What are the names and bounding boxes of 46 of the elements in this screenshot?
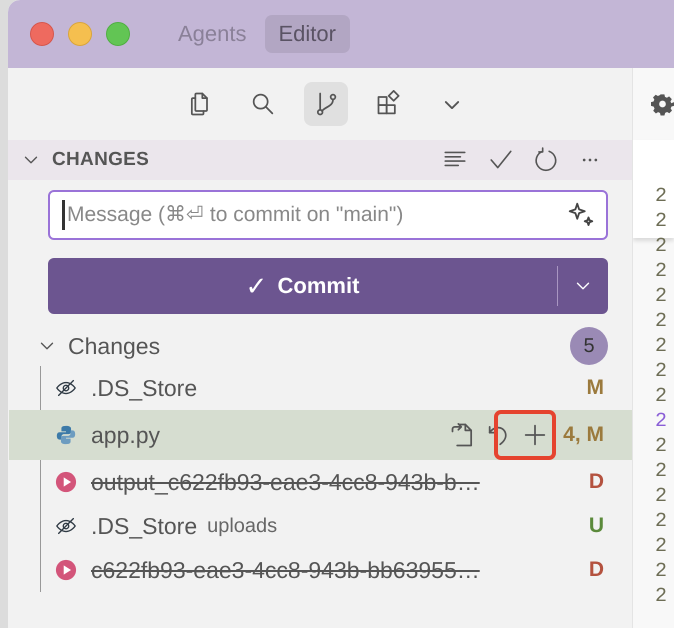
line-number: 2 [654, 509, 668, 534]
count-badge: 5 [570, 327, 608, 365]
line-number: 2 [654, 234, 668, 259]
file-name: output_c622fb93-eae3-4cc8-943b-b… [91, 468, 480, 496]
file-row[interactable]: app.py 4, M [9, 410, 632, 460]
line-number: 2 [654, 409, 668, 434]
line-number: 2 [654, 359, 668, 384]
line-number: 2 [654, 459, 668, 484]
line-number: 2 [654, 384, 668, 409]
line-number: 2 [654, 534, 668, 559]
status-letter: M [586, 376, 604, 400]
file-name: .DS_Store [91, 374, 198, 402]
commit-button[interactable]: ✓ Commit [48, 258, 557, 314]
file-row[interactable]: .DS_Store M [9, 366, 632, 410]
status-letter: 4, M [563, 423, 604, 447]
line-number: 2 [654, 584, 668, 609]
line-number: 2 [654, 259, 668, 284]
line-number: 2 [654, 434, 668, 459]
source-control-view-button[interactable] [304, 82, 348, 126]
line-number: 2 [654, 559, 668, 584]
file-row[interactable]: output_c622fb93-eae3-4cc8-943b-b… D [9, 460, 632, 504]
file-name: c622fb93-eae3-4cc8-943b-bb63955… [91, 556, 480, 584]
file-name: .DS_Store [91, 512, 198, 540]
play-icon [55, 471, 77, 493]
line-number: 2 [654, 184, 668, 209]
folder-name: uploads [207, 514, 278, 538]
file-name: app.py [91, 422, 160, 448]
status-letter: D [588, 558, 604, 582]
commit-message-field[interactable]: Message (⌘⏎ to commit on "main") [48, 190, 608, 240]
status-letter: D [588, 470, 604, 494]
line-number: 2 [654, 209, 668, 234]
python-icon [55, 424, 77, 446]
group-label[interactable]: Changes [68, 332, 570, 360]
play-icon [55, 559, 77, 581]
line-number: 2 [654, 484, 668, 509]
chevron-icon [444, 100, 460, 108]
line-number: 2 [654, 309, 668, 334]
eye-slash-icon [55, 515, 77, 537]
highlight-box [494, 410, 556, 460]
file-row[interactable]: .DS_Store uploads U [9, 504, 632, 548]
status-letter: U [588, 514, 604, 538]
line-number: 2 [654, 284, 668, 309]
eye-slash-icon [55, 377, 77, 399]
line-number: 2 [654, 334, 668, 359]
file-row[interactable]: c622fb93-eae3-4cc8-943b-bb63955… D [9, 548, 632, 592]
section-title: CHANGES [52, 149, 150, 171]
